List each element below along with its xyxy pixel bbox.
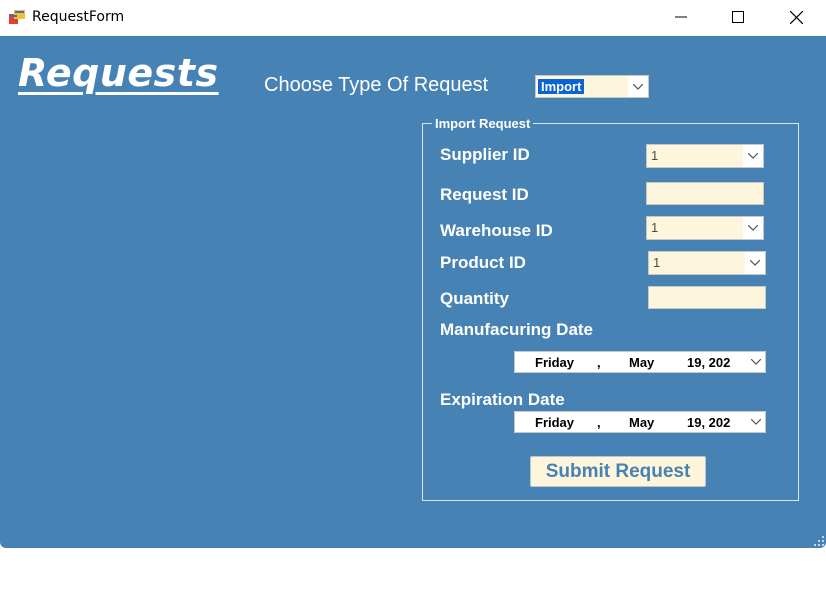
product-id-value: 1 (653, 255, 661, 270)
request-id-label: Request ID (440, 185, 529, 204)
chevron-down-icon[interactable] (747, 412, 765, 432)
expiration-date-value: 19, 202 (687, 415, 731, 430)
manufacturing-date-picker[interactable]: Friday , May 19, 202 (514, 351, 766, 373)
quantity-field[interactable] (648, 286, 766, 309)
product-id-dropdown[interactable]: 1 (648, 251, 766, 275)
supplier-id-dropdown[interactable]: 1 (646, 144, 764, 168)
request-type-label: Choose Type Of Request (264, 74, 489, 96)
minimize-button[interactable] (652, 0, 710, 34)
maximize-icon (732, 11, 744, 23)
title-bar: RequestForm (0, 0, 826, 36)
window-title: RequestForm (32, 9, 125, 25)
manufacturing-month: May (629, 355, 655, 370)
chevron-down-icon[interactable] (743, 217, 763, 239)
close-icon (789, 10, 803, 24)
expiration-sep: , (597, 415, 601, 430)
warehouse-id-value: 1 (651, 220, 659, 235)
manufacturing-day: Friday (535, 355, 575, 370)
app-icon (9, 10, 25, 24)
manufacturing-date-value: 19, 202 (687, 355, 731, 370)
chevron-down-icon[interactable] (628, 76, 648, 97)
chevron-down-icon[interactable] (743, 145, 763, 167)
quantity-label: Quantity (440, 289, 509, 308)
manufacturing-date-label: Manufacuring Date (440, 320, 594, 339)
form-body: Requests Choose Type Of Request Import I… (0, 36, 826, 548)
manufacturing-sep: , (597, 355, 601, 370)
minimize-icon (675, 16, 687, 18)
warehouse-id-label: Warehouse ID (440, 221, 553, 240)
expiration-date-label: Expiration Date (440, 390, 565, 409)
expiration-month: May (629, 415, 655, 430)
expiration-day: Friday (535, 415, 575, 430)
product-id-label: Product ID (440, 253, 526, 272)
expiration-date-picker[interactable]: Friday , May 19, 202 (514, 411, 766, 433)
close-button[interactable] (767, 0, 825, 34)
request-id-field[interactable] (646, 182, 764, 205)
request-type-value: Import (538, 79, 585, 94)
chevron-down-icon[interactable] (745, 252, 765, 274)
request-form-window: RequestForm Requests Choose Type Of Requ… (0, 0, 826, 548)
import-request-group (422, 123, 799, 501)
supplier-id-label: Supplier ID (440, 145, 530, 164)
resize-grip-icon[interactable] (814, 536, 824, 546)
group-title: Import Request (432, 116, 534, 131)
submit-request-button[interactable]: Submit Request (530, 456, 706, 487)
page-title: Requests (18, 51, 219, 95)
supplier-id-value: 1 (651, 148, 659, 163)
request-type-dropdown[interactable]: Import (535, 75, 649, 98)
warehouse-id-dropdown[interactable]: 1 (646, 216, 764, 240)
chevron-down-icon[interactable] (747, 352, 765, 372)
maximize-button[interactable] (709, 0, 767, 34)
